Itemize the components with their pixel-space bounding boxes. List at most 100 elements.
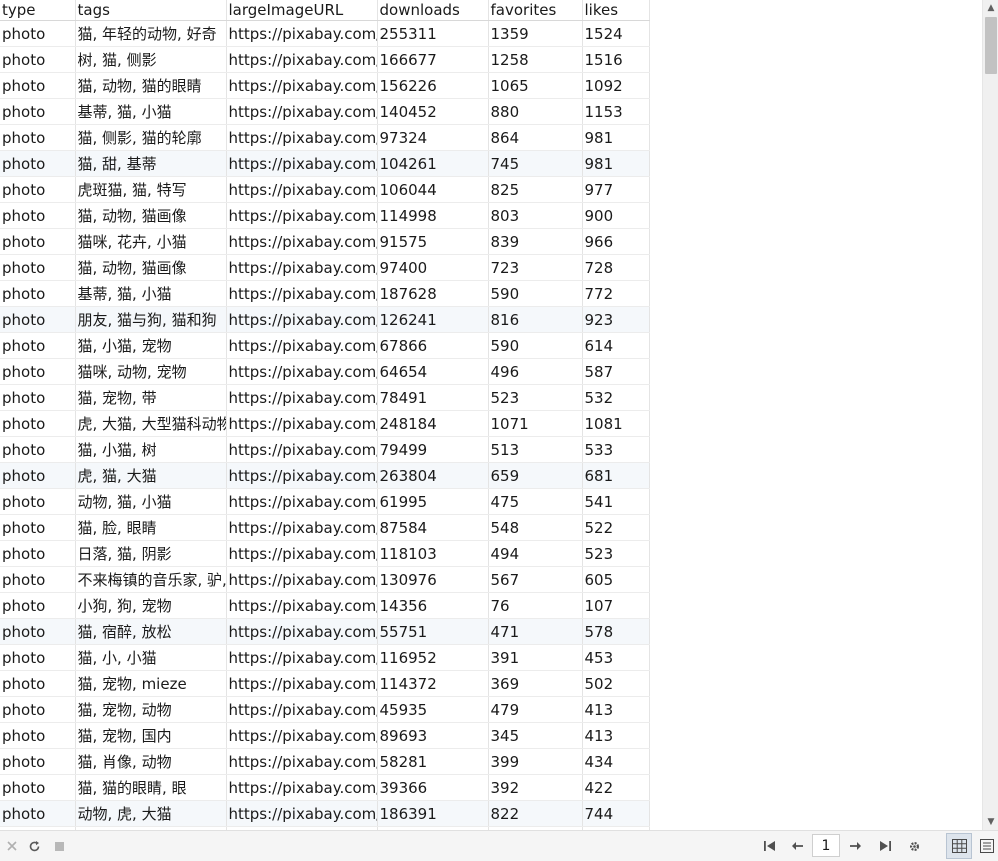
likes-cell[interactable]: 744 <box>582 800 650 827</box>
tags-cell[interactable]: 猫, 甜, 基蒂 <box>75 150 227 177</box>
type-cell[interactable]: photo <box>0 228 76 255</box>
table-row[interactable]: photo 猫, 宠物, mieze https://pixabay.com/114… <box>0 670 650 697</box>
table-row[interactable]: photo 虎, 大猫, 大型猫科动物 https://pixabay.com/24… <box>0 410 650 437</box>
table-row[interactable]: photo 猫, 小, 小猫 https://pixabay.com/116952 3… <box>0 644 650 671</box>
table-row[interactable]: photo 猫, 动物, 猫画像 https://pixabay.com/11499… <box>0 202 650 229</box>
type-cell[interactable]: photo <box>0 488 76 515</box>
large-image-url-cell[interactable]: https://pixabay.com/ <box>226 644 378 671</box>
likes-cell[interactable]: 532 <box>582 384 650 411</box>
large-image-url-cell[interactable]: https://pixabay.com/ <box>226 696 378 723</box>
likes-cell[interactable]: 1524 <box>582 20 650 47</box>
downloads-header[interactable]: downloads <box>377 0 489 21</box>
table-row[interactable]: photo 猫, 肖像, 动物 https://pixabay.com/58281 3… <box>0 748 650 775</box>
type-cell[interactable]: photo <box>0 46 76 73</box>
type-cell[interactable]: photo <box>0 384 76 411</box>
type-cell[interactable]: photo <box>0 98 76 125</box>
downloads-cell[interactable]: 263804 <box>377 462 489 489</box>
tags-cell[interactable]: 猫, 肖像, 动物 <box>75 748 227 775</box>
type-cell[interactable]: photo <box>0 436 76 463</box>
downloads-cell[interactable]: 39366 <box>377 774 489 801</box>
page-number-field[interactable]: 1 <box>812 834 840 857</box>
type-cell[interactable]: photo <box>0 514 76 541</box>
tags-cell[interactable]: 猫, 小, 小猫 <box>75 644 227 671</box>
refresh-icon[interactable] <box>24 831 44 861</box>
favorites-cell[interactable]: 880 <box>488 98 583 125</box>
downloads-cell[interactable]: 255311 <box>377 20 489 47</box>
likes-cell[interactable]: 981 <box>582 124 650 151</box>
favorites-cell[interactable]: 1258 <box>488 46 583 73</box>
large-image-url-cell[interactable]: https://pixabay.com/ <box>226 436 378 463</box>
downloads-cell[interactable]: 89693 <box>377 722 489 749</box>
likes-cell[interactable]: 977 <box>582 176 650 203</box>
type-cell[interactable]: photo <box>0 774 76 801</box>
downloads-cell[interactable]: 106044 <box>377 176 489 203</box>
favorites-cell[interactable]: 803 <box>488 202 583 229</box>
likes-cell[interactable]: 966 <box>582 228 650 255</box>
large-image-url-cell[interactable]: https://pixabay.com/ <box>226 410 378 437</box>
favorites-cell[interactable]: 590 <box>488 332 583 359</box>
type-cell[interactable]: photo <box>0 618 76 645</box>
table-row[interactable]: photo 猫, 宠物, 国内 https://pixabay.com/89693 3… <box>0 722 650 749</box>
downloads-cell[interactable]: 248184 <box>377 410 489 437</box>
tags-cell[interactable]: 基蒂, 猫, 小猫 <box>75 280 227 307</box>
large-image-url-cell[interactable]: https://pixabay.com/ <box>226 358 378 385</box>
tags-cell[interactable]: 虎, 大猫, 大型猫科动物 <box>75 410 227 437</box>
type-cell[interactable]: photo <box>0 20 76 47</box>
downloads-cell[interactable]: 104261 <box>377 150 489 177</box>
table-row[interactable]: photo 猫, 动物, 猫的眼睛 https://pixabay.com/1562… <box>0 72 650 99</box>
downloads-cell[interactable]: 166677 <box>377 46 489 73</box>
table-row[interactable]: photo 基蒂, 猫, 小猫 https://pixabay.com/187628… <box>0 280 650 307</box>
table-row[interactable]: photo 树, 猫, 侧影 https://pixabay.com/166677 1… <box>0 46 650 73</box>
favorites-cell[interactable]: 822 <box>488 800 583 827</box>
favorites-cell[interactable]: 825 <box>488 176 583 203</box>
type-header[interactable]: type <box>0 0 76 21</box>
downloads-cell[interactable]: 45935 <box>377 696 489 723</box>
downloads-cell[interactable]: 114372 <box>377 670 489 697</box>
table-row[interactable]: photo 虎, 猫, 大猫 https://pixabay.com/263804 6… <box>0 462 650 489</box>
type-cell[interactable]: photo <box>0 176 76 203</box>
large-image-url-cell[interactable]: https://pixabay.com/ <box>226 124 378 151</box>
likes-cell[interactable]: 587 <box>582 358 650 385</box>
large-image-url-cell[interactable]: https://pixabay.com/ <box>226 306 378 333</box>
scroll-thumb[interactable] <box>985 17 997 74</box>
type-cell[interactable]: photo <box>0 670 76 697</box>
likes-cell[interactable]: 453 <box>582 644 650 671</box>
downloads-cell[interactable]: 118103 <box>377 540 489 567</box>
type-cell[interactable]: photo <box>0 566 76 593</box>
table-row[interactable]: photo 猫, 甜, 基蒂 https://pixabay.com/104261 7… <box>0 150 650 177</box>
downloads-cell[interactable]: 64654 <box>377 358 489 385</box>
grid-view-icon[interactable] <box>946 833 972 859</box>
favorites-cell[interactable]: 471 <box>488 618 583 645</box>
table-row[interactable]: photo 猫, 年轻的动物, 好奇 https://pixabay.com/255… <box>0 20 650 47</box>
type-cell[interactable]: photo <box>0 748 76 775</box>
large-image-url-cell[interactable]: https://pixabay.com/ <box>226 228 378 255</box>
downloads-cell[interactable]: 91575 <box>377 228 489 255</box>
first-page-icon[interactable] <box>758 831 780 861</box>
favorites-cell[interactable]: 548 <box>488 514 583 541</box>
scroll-down-arrow-icon[interactable]: ▼ <box>983 814 998 830</box>
likes-cell[interactable]: 1092 <box>582 72 650 99</box>
likes-cell[interactable]: 434 <box>582 748 650 775</box>
close-icon[interactable] <box>2 831 22 861</box>
large-image-url-cell[interactable]: https://pixabay.com/ <box>226 670 378 697</box>
large-image-url-cell[interactable]: https://pixabay.com/ <box>226 540 378 567</box>
likes-cell[interactable]: 413 <box>582 696 650 723</box>
table-row[interactable]: photo 猫, 猫的眼睛, 眼 https://pixabay.com/39366… <box>0 774 650 801</box>
favorites-cell[interactable]: 369 <box>488 670 583 697</box>
type-cell[interactable]: photo <box>0 280 76 307</box>
tags-cell[interactable]: 猫, 小猫, 树 <box>75 436 227 463</box>
likes-cell[interactable]: 107 <box>582 592 650 619</box>
settings-icon[interactable] <box>903 831 925 861</box>
large-image-url-cell[interactable]: https://pixabay.com/ <box>226 72 378 99</box>
downloads-cell[interactable]: 14356 <box>377 592 489 619</box>
type-cell[interactable]: photo <box>0 254 76 281</box>
vertical-scrollbar[interactable]: ▲ ▼ <box>982 0 998 830</box>
tags-cell[interactable]: 动物, 猫, 小猫 <box>75 488 227 515</box>
tags-cell[interactable]: 猫, 动物, 猫画像 <box>75 202 227 229</box>
tags-cell[interactable]: 猫, 小猫, 宠物 <box>75 332 227 359</box>
type-cell[interactable]: photo <box>0 306 76 333</box>
favorites-cell[interactable]: 745 <box>488 150 583 177</box>
downloads-cell[interactable]: 130976 <box>377 566 489 593</box>
likes-cell[interactable]: 605 <box>582 566 650 593</box>
downloads-cell[interactable]: 126241 <box>377 306 489 333</box>
